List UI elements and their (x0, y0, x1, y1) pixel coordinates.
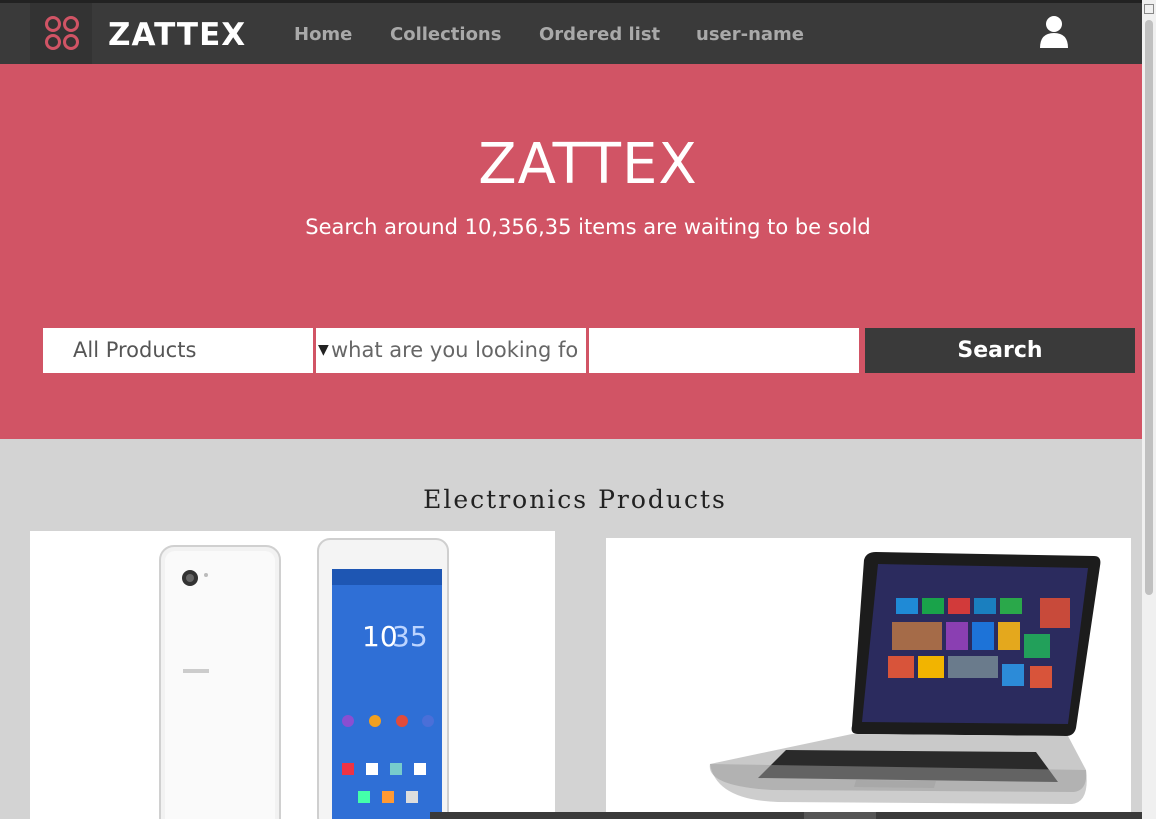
hero-subtitle: Search around 10,356,35 items are waitin… (305, 215, 871, 239)
nav-user-name[interactable]: user-name (696, 24, 804, 45)
section-title: Electronics Products (423, 485, 727, 514)
search-input[interactable]: ▼ what are you looking fo (316, 328, 586, 373)
search-placeholder: what are you looking fo (331, 338, 579, 362)
phone-image: 10 35 (159, 538, 449, 819)
search-button[interactable]: Search (865, 328, 1135, 373)
top-navbar: ZATTEX Home Collections Ordered list use… (0, 0, 1142, 64)
scrollbar-thumb[interactable] (1145, 20, 1153, 595)
svg-text:35: 35 (392, 620, 428, 653)
laptop-image (709, 552, 1101, 804)
nav-home[interactable]: Home (294, 24, 352, 45)
product-card-laptop[interactable] (606, 538, 1131, 819)
product-card-phone[interactable]: 10 35 (30, 531, 555, 819)
four-rings-icon (45, 16, 79, 50)
hero-banner: ZATTEX Search around 10,356,35 items are… (0, 64, 1142, 439)
horizontal-scrollbar-thumb[interactable] (804, 812, 876, 819)
search-field-extra[interactable] (589, 328, 859, 373)
nav-collections[interactable]: Collections (390, 24, 501, 45)
user-icon[interactable] (1039, 15, 1069, 49)
brand-name[interactable]: ZATTEX (108, 17, 246, 53)
nav-ordered-list[interactable]: Ordered list (539, 24, 660, 45)
logo[interactable] (30, 3, 92, 64)
scroll-up-icon[interactable] (1144, 4, 1154, 14)
vertical-scrollbar[interactable] (1142, 0, 1156, 819)
category-select[interactable]: All Products (43, 328, 313, 373)
hero-title: ZATTEX (478, 132, 698, 197)
dropdown-caret-icon[interactable]: ▼ (318, 328, 329, 373)
horizontal-scrollbar[interactable] (430, 812, 1142, 819)
